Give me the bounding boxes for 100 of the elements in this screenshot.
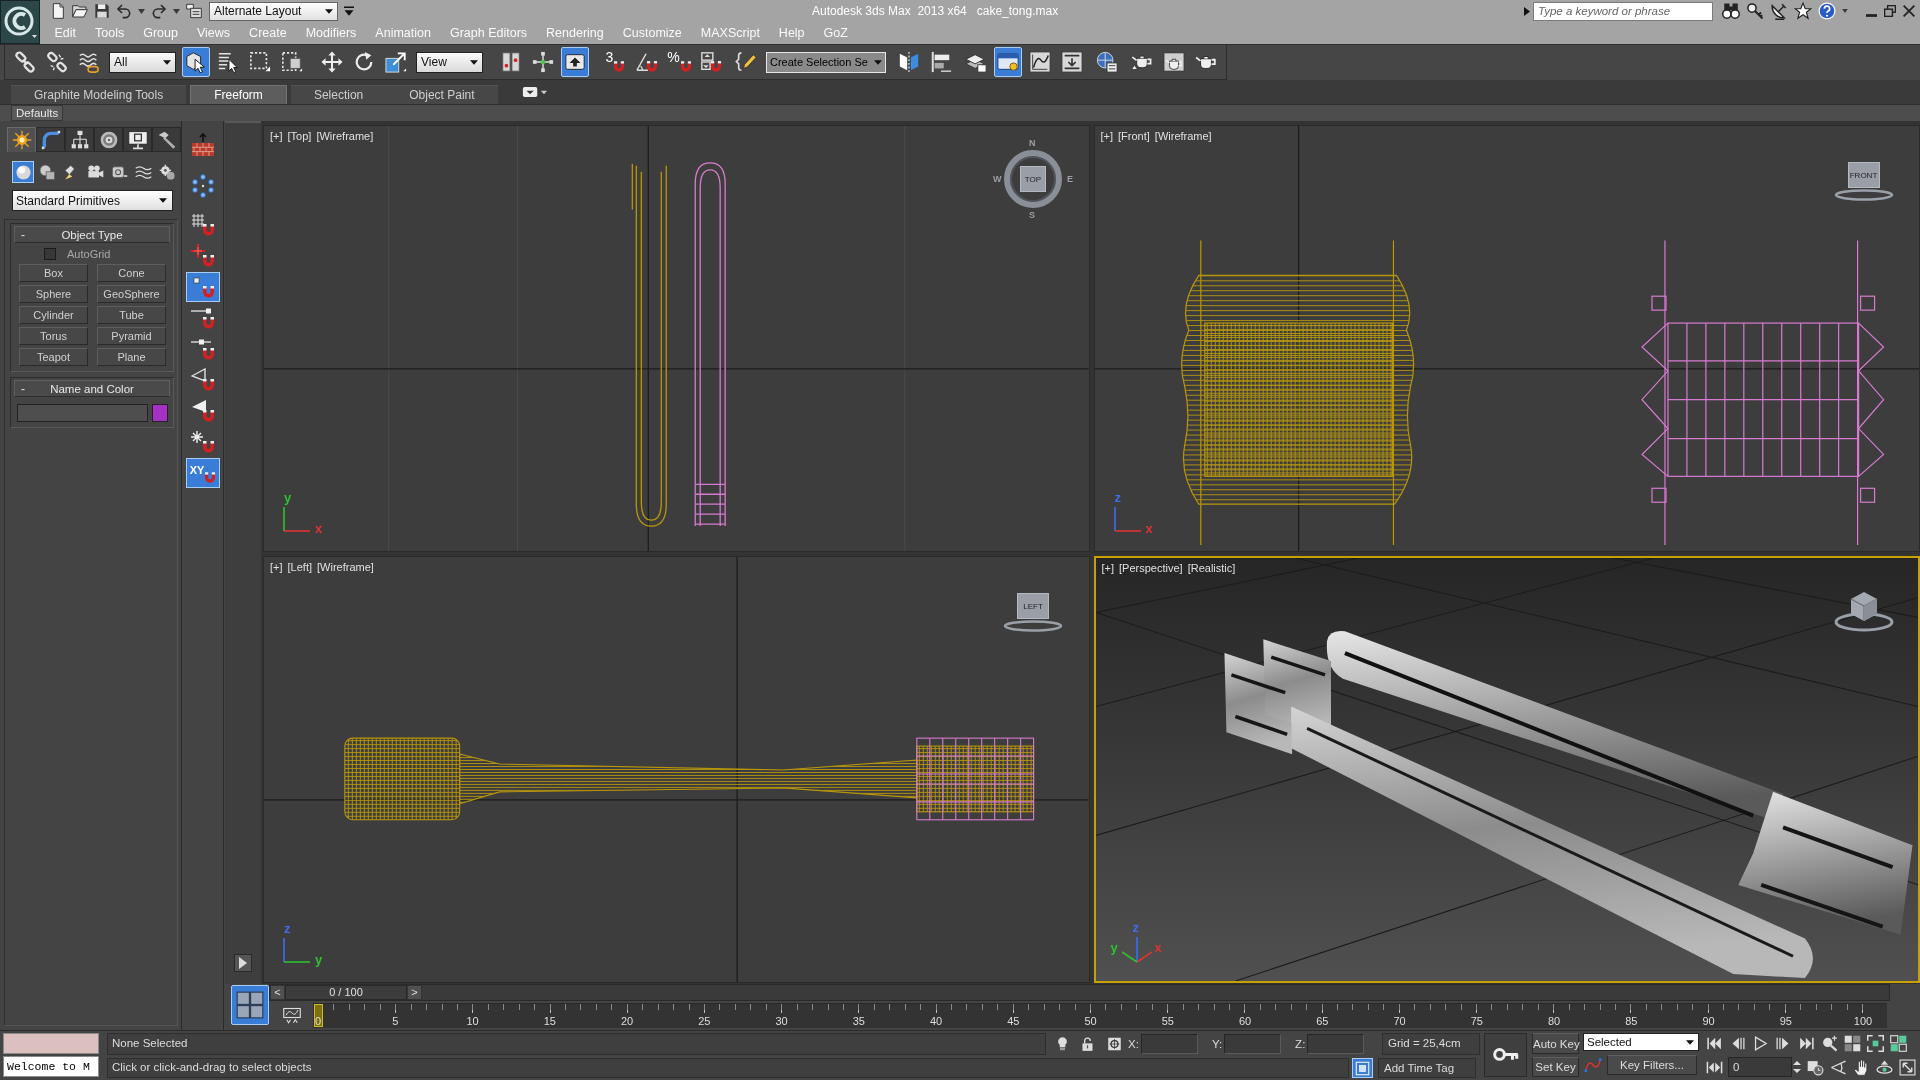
close-button[interactable] [1903,5,1915,17]
next-frame-button[interactable]: > [407,985,422,1000]
viewport-label[interactable]: [Front] [1118,130,1150,142]
object-type-button[interactable]: Plane [97,348,166,366]
viewport-label[interactable]: [+] [270,130,283,142]
application-menu-button[interactable] [0,0,40,44]
coordinate-field[interactable] [1140,1034,1198,1054]
communication-center-button[interactable] [1770,2,1788,20]
viewport-label[interactable]: [Realistic] [1187,562,1236,574]
viewport-label[interactable]: [+] [1100,130,1114,142]
zoom-button[interactable] [1821,1034,1838,1052]
object-type-button[interactable]: Teapot [19,348,88,366]
compass-ring[interactable]: TOP [1004,150,1062,208]
zoom-extents-button[interactable] [1867,1034,1884,1052]
viewcube-face[interactable]: TOP [1020,166,1046,192]
ribbon-tab[interactable]: Selection [290,85,387,104]
key-filters-button[interactable]: Key Filters... [1607,1055,1697,1075]
object-type-button[interactable]: Tube [97,306,166,324]
zoom-all-button[interactable] [1844,1034,1861,1052]
toolbar-dropdown[interactable]: View [416,51,483,73]
viewport[interactable]: [+] [Front] [Wireframe] FRONT z x [1093,125,1920,552]
toggle-button[interactable] [1352,1058,1373,1078]
object-type-button[interactable]: GeoSphere [97,285,166,303]
project-folder-button[interactable] [186,2,202,20]
object-type-button[interactable]: Box [19,264,88,282]
category-dropdown[interactable]: Standard Primitives [12,190,173,211]
orbit-button[interactable] [1876,1058,1893,1076]
mini-curve-editor-button[interactable] [281,1006,303,1025]
coordinate-field[interactable] [1224,1034,1282,1054]
object-type-button[interactable]: Cone [97,264,166,282]
geometry-button[interactable] [12,161,34,183]
help-menu-button[interactable] [1842,9,1848,13]
shortcut-override-button[interactable] [561,47,589,77]
previous-frame-button[interactable]: < [270,985,285,1000]
toolbar-dropdown[interactable]: All [109,51,176,73]
frame-spinner-button[interactable] [1793,1061,1801,1073]
select-object-button[interactable] [182,47,210,77]
favorites-button[interactable] [1794,2,1812,20]
viewport-label[interactable]: [Top] [287,130,312,142]
restore-button[interactable] [1884,5,1896,17]
collapse-toggle[interactable]: - [15,227,31,242]
modify-tab[interactable] [36,127,65,152]
set-key-button[interactable]: Set Key [1532,1057,1579,1077]
viewport-label[interactable]: [Wireframe] [317,561,374,573]
ribbon-tab[interactable]: Graphite Modeling Tools [11,85,187,104]
new-file-button[interactable] [50,2,66,20]
collapse-toggle[interactable]: - [15,381,31,396]
maximize-viewport-button[interactable] [1899,1058,1916,1076]
add-time-tag-button[interactable]: Add Time Tag [1378,1058,1476,1078]
viewport[interactable]: [+] [Top] [Wireframe] N W TOP E S y x [263,125,1090,552]
hierarchy-tab[interactable] [65,127,94,152]
workspace-dropdown[interactable]: Alternate Layout [209,1,338,21]
utilities-tab[interactable] [152,127,181,152]
percent-snap-button[interactable]: % [665,47,693,77]
customize-toolbar-button[interactable] [344,6,354,16]
time-slider-track[interactable]: < 0 / 100 > [269,984,1890,1001]
rollout-header[interactable]: - Object Type [14,226,170,243]
set-keys-button[interactable] [1484,1033,1527,1077]
expand-button[interactable] [234,954,252,972]
key-set-dropdown[interactable]: Selected [1583,1033,1699,1051]
play-button[interactable] [1752,1034,1769,1052]
rollout-header[interactable]: - Name and Color [14,380,170,397]
listener-input-field[interactable] [3,1033,99,1054]
viewport[interactable]: [+] [Perspective] [Realistic] z y x [1093,556,1920,983]
coordinate-field[interactable] [1307,1034,1365,1054]
search-field[interactable]: Type a keyword or phrase [1533,1,1713,21]
ribbon-tab[interactable]: Object Paint [386,85,498,104]
ribbon-tab[interactable]: Freeform [190,85,287,104]
viewport-label[interactable]: [+] [1101,562,1115,574]
save-button[interactable] [94,2,110,20]
viewcube-face[interactable]: FRONT [1847,162,1880,188]
isolate-selection-button[interactable] [1055,1036,1070,1052]
viewport-label[interactable]: [Left] [287,561,312,573]
open-file-button[interactable] [72,2,88,20]
ribbon-options-button[interactable] [521,86,548,98]
transform-mode-button[interactable] [1107,1036,1122,1052]
viewport-label[interactable]: [+] [270,561,283,573]
object-type-button[interactable]: Sphere [19,285,88,303]
help-button[interactable] [1818,2,1836,20]
object-type-button[interactable]: Torus [19,327,88,345]
create-tab[interactable] [7,127,36,152]
zoom-extents-all-button[interactable] [1890,1034,1907,1052]
field-of-view-button[interactable] [1830,1058,1847,1076]
object-type-button[interactable]: Cylinder [19,306,88,324]
autogrid-checkbox[interactable] [44,248,56,260]
viewcube-face[interactable]: LEFT [1017,593,1049,619]
viewport-label[interactable]: [Wireframe] [1154,130,1212,142]
viewport-layout-button[interactable] [231,985,269,1025]
panel-label[interactable]: Defaults [11,105,64,121]
display-tab[interactable] [123,127,152,152]
snaps-toggle-button[interactable]: 3 [601,47,629,77]
object-type-button[interactable]: Pyramid [97,327,166,345]
time-slider-thumb[interactable]: < 0 / 100 > [270,985,422,1000]
name-field[interactable] [17,404,148,422]
current-frame-field[interactable]: 0 [1728,1057,1792,1077]
viewport[interactable]: [+] [Left] [Wireframe] LEFT z y [263,556,1090,983]
undo-button[interactable] [116,2,132,20]
current-frame-marker[interactable] [314,1004,323,1027]
motion-tab[interactable] [94,127,123,152]
selection-lock-button[interactable] [1080,1036,1095,1052]
